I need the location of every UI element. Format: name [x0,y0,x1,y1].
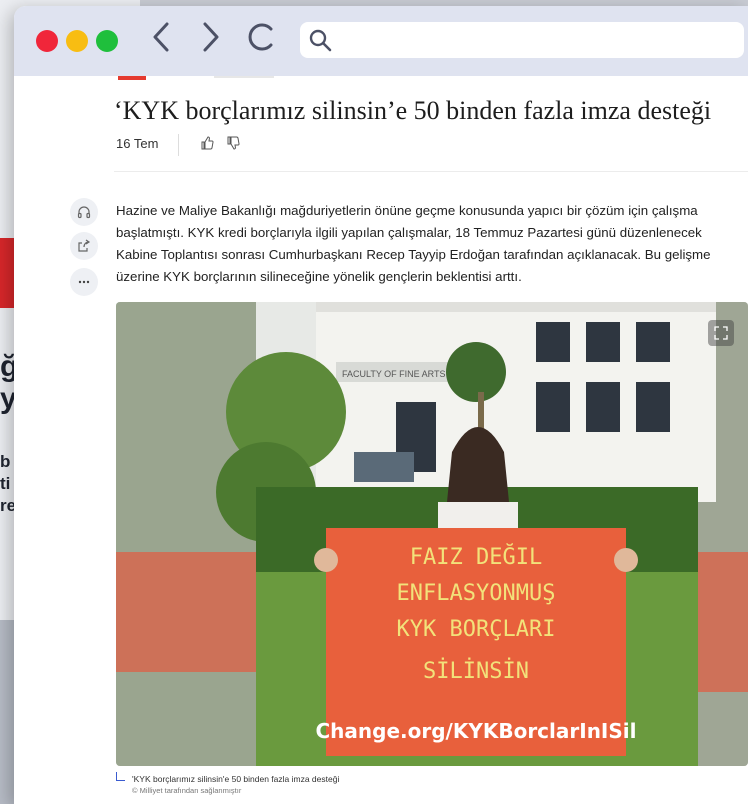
sign-text: ENFLASYONMUŞ [397,581,556,606]
background-text-fragment: b [0,452,11,471]
article-photo: FACULTY OF FINE ARTS FAIZ DEĞIL ENFLASYO… [116,302,748,766]
more-options-button[interactable] [70,268,98,296]
browser-toolbar [14,6,748,76]
divider [214,76,274,78]
more-horizontal-icon [78,280,90,284]
sign-text: Change.org/KYKBorclarInISil [316,719,637,743]
sign-text: SİLİNSİN [423,658,529,684]
browser-window: ‘KYK borçlarımız silinsin’e 50 binden fa… [14,6,748,804]
share-button[interactable] [70,232,98,260]
forward-button[interactable] [200,20,222,63]
caption-marker [116,772,125,781]
divider [178,134,179,156]
listen-button[interactable] [70,198,98,226]
chevron-left-icon [153,22,169,52]
reload-icon [248,23,273,51]
background-text-fragment: ti [0,474,11,493]
photo-caption: 'KYK borçlarımız silinsin'e 50 binden fa… [132,774,340,784]
dislike-button[interactable] [226,136,240,153]
expand-image-button[interactable] [708,320,734,346]
close-window-button[interactable] [36,30,58,52]
section-indicator [118,76,146,80]
sign-text: FAIZ DEĞIL [410,544,542,570]
fullscreen-icon [714,326,728,340]
maximize-window-button[interactable] [96,30,118,52]
minimize-window-button[interactable] [66,30,88,52]
sign-text: KYK BORÇLARI [397,617,556,642]
search-icon [309,29,332,52]
headphones-icon [77,206,91,219]
photo-illustration: FACULTY OF FINE ARTS FAIZ DEĞIL ENFLASYO… [116,302,748,766]
building-sign-text: FACULTY OF FINE ARTS [342,369,446,379]
thumbs-down-icon [227,136,240,150]
url-input[interactable] [340,22,740,60]
like-button[interactable] [200,136,214,153]
share-icon [78,239,91,252]
address-bar[interactable] [300,22,744,60]
back-button[interactable] [150,20,172,63]
divider [114,171,748,172]
article-body: Hazine ve Maliye Bakanlığı mağduriyetler… [116,203,711,284]
photo-credit: © Milliyet tarafından sağlanmıştır [132,786,242,795]
article-title: ‘KYK borçlarımız silinsin’e 50 binden fa… [114,96,712,125]
reload-button[interactable] [246,20,278,63]
thumbs-up-icon [201,136,214,150]
article-date: 16 Tem [116,136,159,151]
chevron-right-icon [203,22,219,52]
